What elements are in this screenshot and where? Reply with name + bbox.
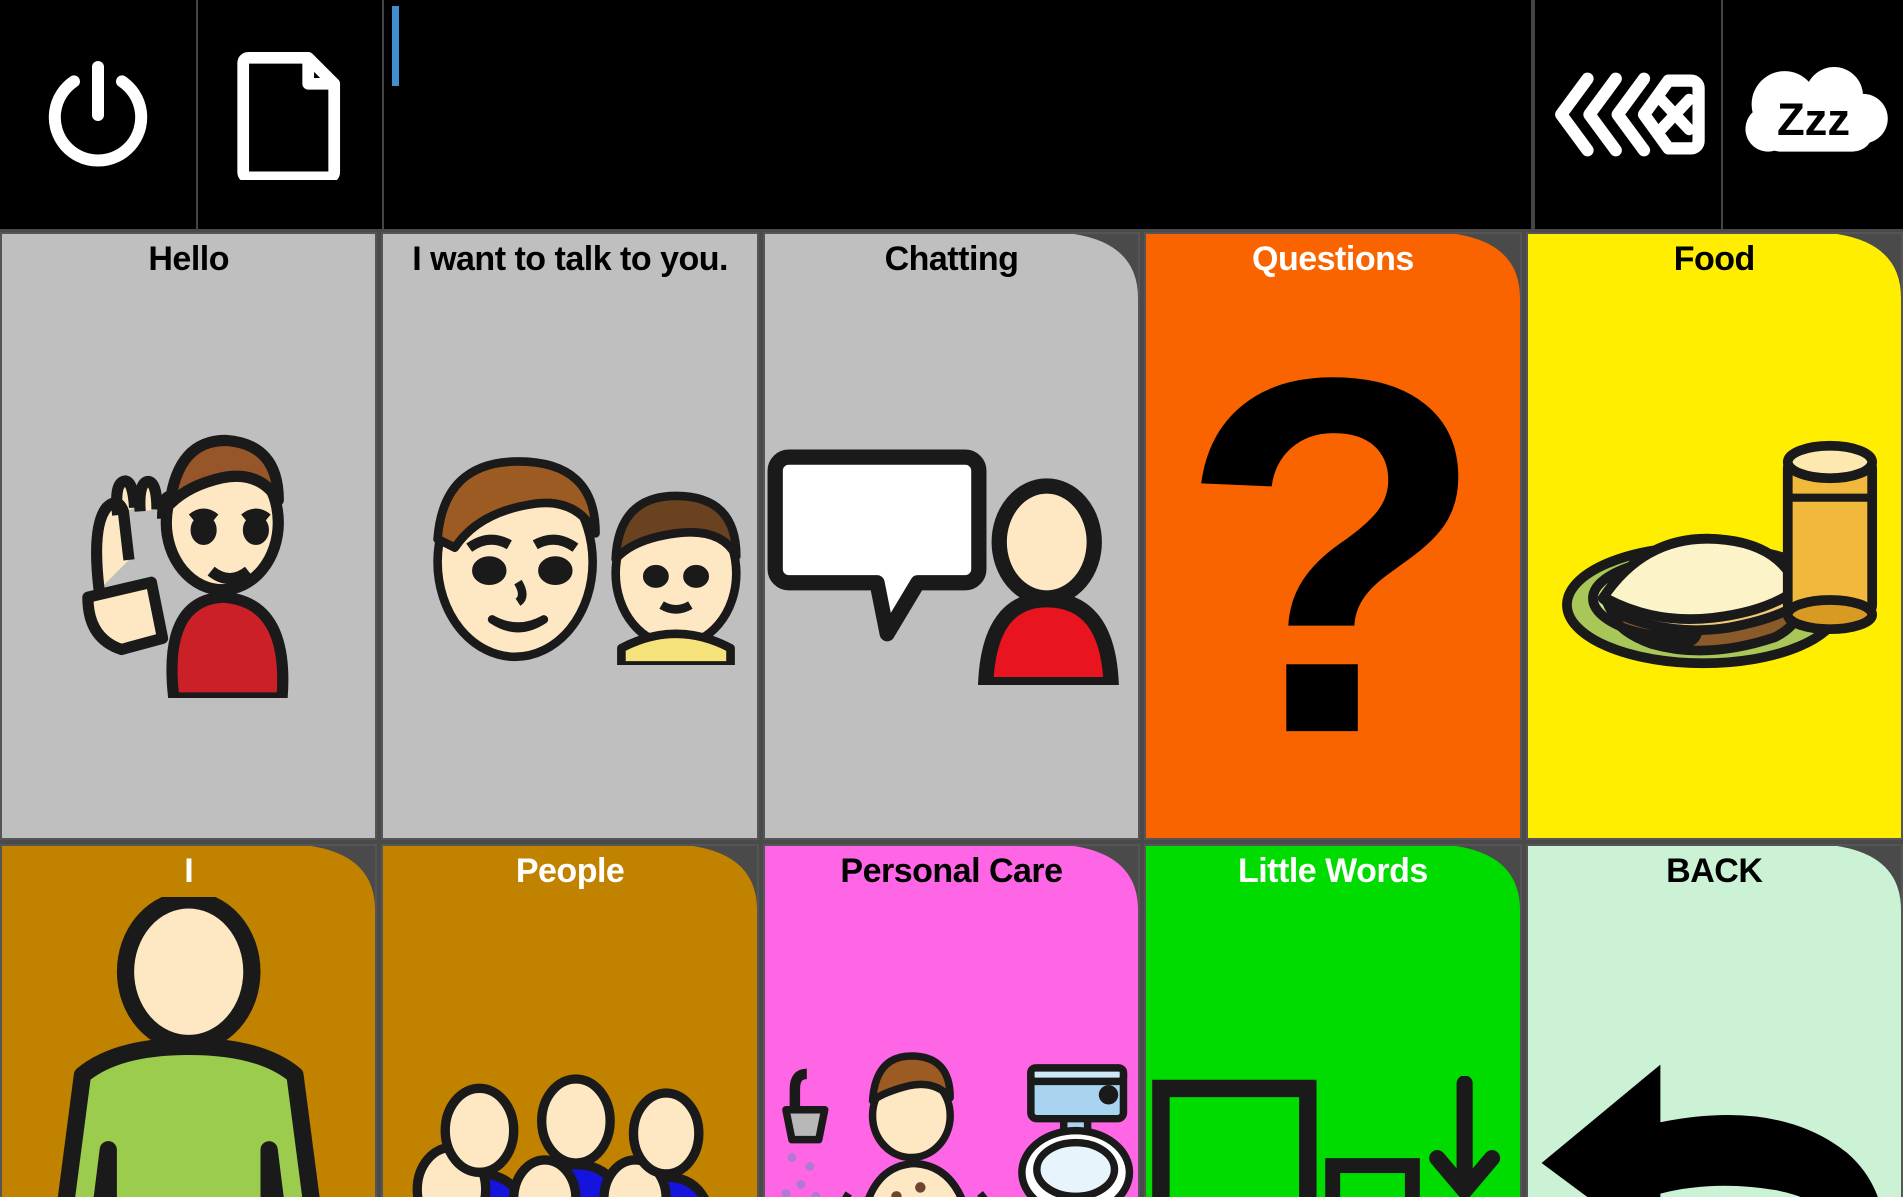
symbol-grid: Hello I want to talk to you. Chatting Qu… [0,232,1903,1197]
grid-cell-hello[interactable]: Hello [0,232,378,840]
cell-label: Chatting [884,240,1019,278]
grid-cell-little-words[interactable]: Little Words [1144,843,1522,1197]
grid-cell-personal-care[interactable]: Personal Care [762,843,1141,1197]
grid-cell-questions[interactable]: Questions? [1144,232,1522,840]
cell-label: I want to talk to you. [412,240,728,278]
cell-label: People [515,851,625,890]
two-faces-icon [383,278,756,838]
message-bar[interactable] [384,0,1533,229]
grid-cell-food[interactable]: Food [1525,232,1903,840]
svg-text:?: ? [1178,331,1488,784]
clear-message-icon [1555,72,1705,157]
sleep-button[interactable]: Zzz [1723,0,1903,229]
toolbar: Zzz [0,0,1903,232]
cell-label: Little Words [1237,851,1428,890]
cell-label: Food [1673,240,1756,278]
grid-cell-people[interactable]: People [381,843,759,1197]
person-waving-icon [2,278,375,838]
single-person-icon [2,889,375,1197]
grid-cell-back[interactable]: BACK [1525,843,1903,1197]
cell-label: Hello [148,240,229,278]
power-button[interactable] [0,0,198,229]
page-icon [237,51,341,180]
back-arrow-icon [1528,889,1901,1197]
aac-board: Zzz Hello I want to talk to you. Chattin… [0,0,1903,1197]
clear-message-button[interactable] [1533,0,1723,229]
power-icon [48,60,148,166]
squares-arrow-icon [1146,889,1519,1197]
cell-label: Personal Care [840,851,1063,890]
page-button[interactable] [198,0,384,229]
grid-cell-i[interactable]: I [0,843,378,1197]
speech-bubble-person-icon [765,278,1138,838]
cell-label: Questions [1252,240,1414,278]
grid-cell-i-want-to-talk-to-you[interactable]: I want to talk to you. [381,232,759,840]
sandwich-drink-icon [1528,278,1901,838]
cell-label: I [184,851,194,890]
svg-text:Zzz: Zzz [1776,94,1849,145]
crowd-icon [383,889,756,1197]
cell-label: BACK [1666,851,1763,890]
grid-cell-chatting[interactable]: Chatting [762,232,1141,840]
toolbar-right-group: Zzz [1533,0,1903,229]
text-caret [392,6,399,86]
shower-toilet-icon [765,889,1138,1197]
sleep-icon: Zzz [1744,66,1888,152]
question-mark-icon: ? [1146,278,1519,838]
